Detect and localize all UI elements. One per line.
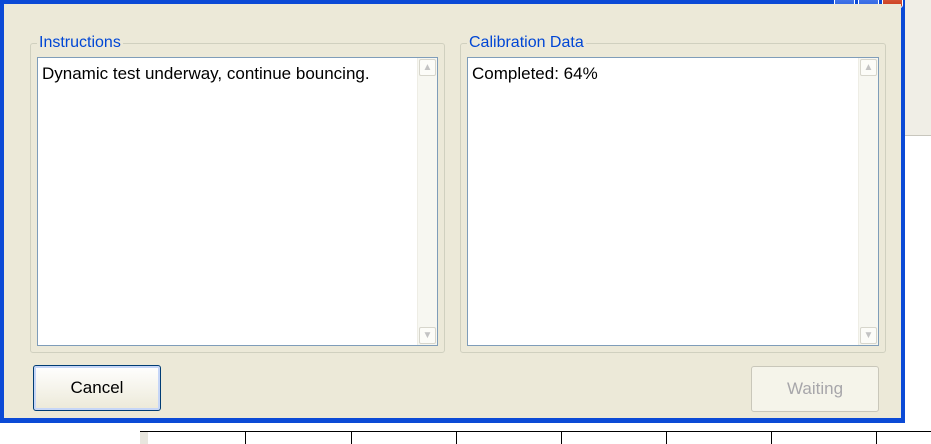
background-panel	[905, 0, 931, 136]
waiting-button[interactable]: Waiting	[751, 366, 879, 412]
background-grid-divider	[351, 432, 352, 444]
background-grid-panel	[140, 432, 148, 444]
instructions-textbox[interactable]: Dynamic test underway, continue bouncing…	[37, 57, 438, 346]
instructions-group: Instructions Dynamic test underway, cont…	[30, 34, 445, 353]
instructions-legend: Instructions	[37, 34, 123, 52]
scroll-up-icon[interactable]: ▲	[419, 59, 436, 76]
scroll-up-icon[interactable]: ▲	[860, 59, 877, 76]
instructions-text: Dynamic test underway, continue bouncing…	[42, 64, 370, 83]
background-grid-divider	[876, 432, 877, 444]
calibration-data-group: Calibration Data Completed: 64% ▲ ▼	[460, 34, 886, 353]
dialog-client-area: Instructions Dynamic test underway, cont…	[4, 4, 901, 418]
background-grid-divider	[561, 432, 562, 444]
calibration-dialog: Instructions Dynamic test underway, cont…	[0, 0, 905, 423]
calibration-data-legend: Calibration Data	[467, 34, 586, 52]
scroll-down-icon[interactable]: ▼	[419, 327, 436, 344]
cancel-button[interactable]: Cancel	[33, 365, 161, 411]
background-grid-divider	[456, 432, 457, 444]
scroll-down-icon[interactable]: ▼	[860, 327, 877, 344]
calibration-data-textbox[interactable]: Completed: 64% ▲ ▼	[467, 57, 879, 346]
background-grid-line	[140, 431, 931, 432]
background-grid-divider	[771, 432, 772, 444]
calibration-data-scrollbar[interactable]: ▲ ▼	[858, 58, 878, 345]
background-grid-divider	[666, 432, 667, 444]
background-grid-divider	[245, 432, 246, 444]
calibration-data-text: Completed: 64%	[472, 64, 598, 83]
instructions-scrollbar[interactable]: ▲ ▼	[417, 58, 437, 345]
